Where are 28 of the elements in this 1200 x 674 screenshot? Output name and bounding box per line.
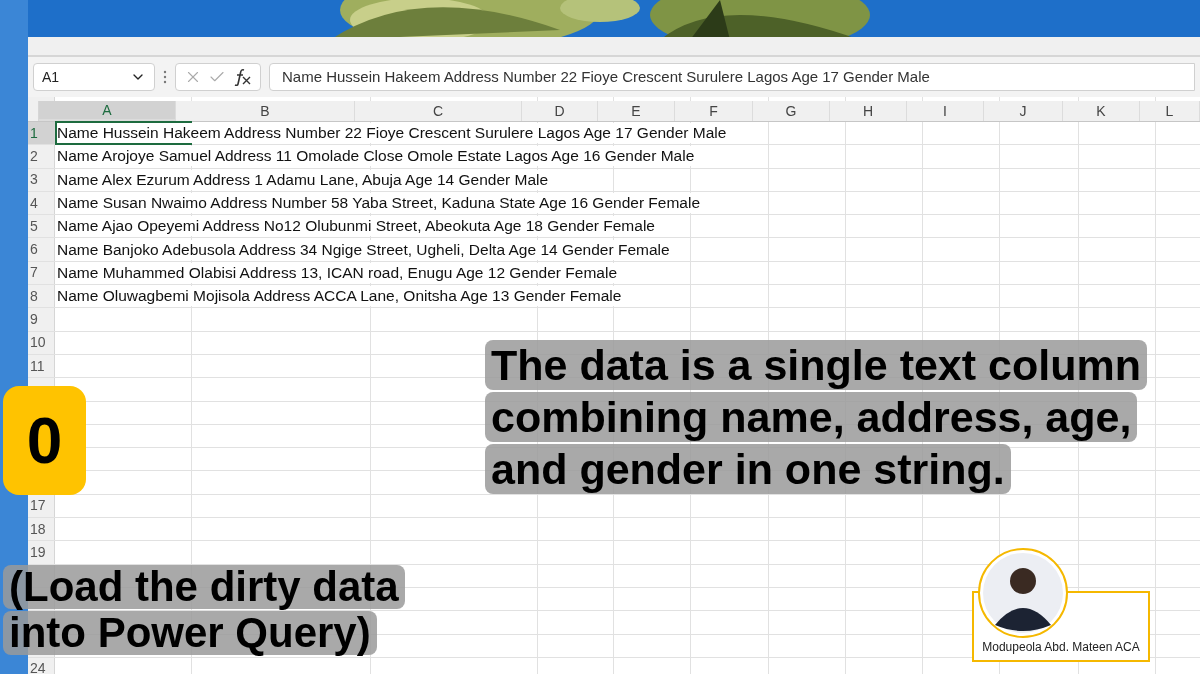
column-header[interactable]: K	[1063, 101, 1140, 121]
more-icon[interactable]	[163, 70, 167, 84]
cell-text: Name Oluwagbemi Mojisola Address ACCA Lane, Onitsha Age 13 Gender Female	[57, 286, 622, 307]
name-box[interactable]: A1	[33, 63, 155, 91]
column-header[interactable]: C	[355, 101, 522, 121]
column-header[interactable]: B	[176, 101, 355, 121]
formula-field[interactable]: Name Hussein Hakeem Address Number 22 Fioye Crescent Surulere Lagos Age 17 Gender Male	[269, 63, 1195, 91]
column-header[interactable]: G	[753, 101, 830, 121]
cell-text: Name Ajao Opeyemi Address No12 Olubunmi Street, Abeokuta Age 18 Gender Female	[57, 216, 655, 237]
author-name: Modupeola Abd. Mateen ACA	[982, 639, 1140, 656]
column-header[interactable]: H	[830, 101, 907, 121]
step-badge: 0	[3, 386, 86, 495]
column-header[interactable]: I	[907, 101, 984, 121]
column-header[interactable]: L	[1140, 101, 1200, 121]
cell-text: Name Arojoye Samuel Address 11 Omolade Close Omole Estate Lagos Age 16 Gender Male	[57, 146, 695, 167]
cell-text: Name Alex Ezurum Address 1 Adamu Lane, Abuja Age 14 Gender Male	[57, 169, 549, 190]
column-header[interactable]: F	[675, 101, 753, 121]
row-header[interactable]: 1	[28, 122, 55, 145]
cell-text: Name Susan Nwaimo Address Number 58 Yaba Street, Kaduna State Age 16 Gender Female	[57, 193, 701, 214]
function-icon[interactable]	[232, 68, 252, 86]
avatar-icon	[983, 553, 1063, 633]
cell-text: Name Banjoko Adebusola Address 34 Ngige Street, Ugheli, Delta Age 14 Gender Female	[57, 239, 670, 260]
column-header[interactable]: J	[984, 101, 1063, 121]
cell-text: Name Hussein Hakeem Address Number 22 Fioye Crescent Surulere Lagos Age 17 Gender Male	[57, 123, 727, 144]
column-header[interactable]: E	[598, 101, 675, 121]
column-header[interactable]: D	[522, 101, 598, 121]
column-header[interactable]: A	[39, 101, 176, 121]
cell-text: Name Muhammed Olabisi Address 13, ICAN road, Enugu Age 12 Gender Female	[57, 262, 617, 283]
